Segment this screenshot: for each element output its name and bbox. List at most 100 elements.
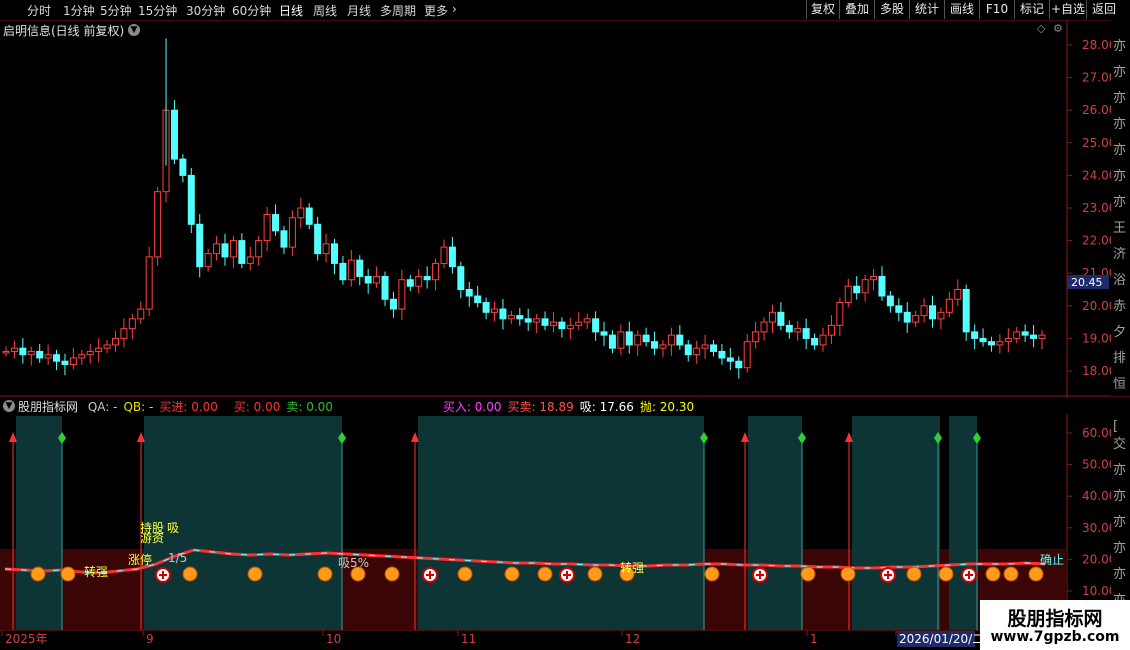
candle-body: [322, 243, 330, 255]
candle-body: [364, 275, 372, 284]
candle-body: [533, 318, 541, 323]
tab-30min[interactable]: 30分钟: [186, 2, 225, 19]
tab-fenshi[interactable]: 分时: [27, 2, 51, 19]
candle-body: [836, 302, 844, 326]
candle-body: [204, 253, 212, 268]
svg-text:亦: 亦: [1113, 514, 1126, 530]
candle-body: [339, 262, 347, 281]
candle-body: [297, 207, 305, 219]
candle-body: [314, 223, 322, 255]
coin-icon: [800, 566, 816, 582]
candle-body: [642, 334, 650, 343]
button-stats[interactable]: 统计: [909, 0, 944, 19]
candle-body: [44, 354, 52, 359]
tab-15min[interactable]: 15分钟: [138, 2, 177, 19]
candle-body: [853, 285, 861, 294]
button-back[interactable]: 返回: [1086, 0, 1121, 19]
time-tick-label: 11: [461, 632, 476, 646]
candle-body: [617, 331, 625, 349]
tab-weekly[interactable]: 周线: [313, 2, 337, 19]
candle-body: [36, 350, 44, 359]
candle-body: [432, 262, 440, 281]
tab-60min[interactable]: 60分钟: [232, 2, 271, 19]
tab-more[interactable]: 更多: [424, 2, 448, 19]
candle-body: [608, 334, 616, 349]
candle-body: [170, 109, 178, 160]
candle-body: [1021, 331, 1029, 336]
candle-body: [389, 298, 397, 310]
candle-body: [213, 243, 221, 255]
candle-body: [474, 295, 482, 304]
svg-text:亦: 亦: [1113, 462, 1126, 478]
watermark-url: www.7gpzb.com: [990, 629, 1120, 645]
candle-body: [996, 341, 1004, 346]
buy-arrow-icon: [411, 432, 419, 442]
button-mark[interactable]: 标记: [1014, 0, 1049, 19]
candle-body: [499, 308, 507, 320]
button-overlay[interactable]: 叠加: [839, 0, 874, 19]
coin-icon: [1028, 566, 1044, 582]
candle-body: [10, 347, 18, 352]
candle-body: [752, 331, 760, 343]
candle-body: [987, 341, 995, 346]
candle-body: [381, 275, 389, 300]
coin-icon: [704, 566, 720, 582]
candle-body: [415, 275, 423, 287]
candle-body: [886, 295, 894, 307]
candle-body: [760, 321, 768, 333]
candle-body: [802, 328, 810, 339]
candle-body: [440, 246, 448, 264]
svg-text:[: [: [1113, 419, 1118, 434]
candle-body: [103, 344, 111, 349]
candle-body: [53, 354, 61, 362]
indicator-field: 买卖: 18.89: [507, 400, 574, 414]
buy-arrow-icon: [9, 432, 17, 442]
candle-body: [962, 289, 970, 333]
button-fuquan[interactable]: 复权: [806, 0, 839, 19]
candle-body: [491, 308, 499, 313]
candle-body: [710, 344, 718, 352]
candle-body: [347, 259, 355, 281]
candle-body: [27, 350, 35, 356]
coin-icon: [537, 566, 553, 582]
time-tick-label: 9: [146, 632, 154, 646]
candle-body: [482, 302, 490, 313]
indicator-field: [224, 400, 228, 414]
chevron-down-icon[interactable]: ▼: [3, 400, 15, 412]
tab-monthly[interactable]: 月线: [347, 2, 371, 19]
chevron-right-icon[interactable]: ›: [452, 2, 457, 16]
candle-body: [238, 240, 246, 264]
candle-body: [465, 289, 473, 297]
candle-body: [777, 311, 785, 326]
candle-body: [566, 324, 574, 330]
candle-body: [272, 214, 280, 232]
candle-body: [920, 305, 928, 317]
indicator-annotation: 涨停: [128, 552, 152, 567]
button-add-favorite[interactable]: +自选: [1049, 0, 1086, 19]
signal-zone: [418, 416, 704, 630]
tab-1min[interactable]: 1分钟: [63, 2, 95, 19]
candle-body: [954, 289, 962, 300]
candle-body: [827, 324, 835, 336]
candle-body: [937, 311, 945, 320]
coin-icon: [938, 566, 954, 582]
button-draw[interactable]: 画线: [944, 0, 979, 19]
time-axis: 2025年 9 10 11 12 1 2026/01/20/二: [0, 630, 1067, 647]
indicator-field: 吸: 17.66: [579, 400, 634, 414]
candle-body: [1013, 331, 1021, 339]
candle-body: [255, 240, 263, 258]
candle-body: [221, 243, 229, 258]
candle-body: [373, 275, 381, 284]
candle-body: [1004, 337, 1012, 343]
tab-5min[interactable]: 5分钟: [100, 2, 132, 19]
button-multi-stock[interactable]: 多股: [874, 0, 909, 19]
time-tick-label: 12: [625, 632, 640, 646]
tab-daily[interactable]: 日线: [279, 2, 303, 19]
candle-body: [288, 217, 296, 248]
svg-text:亦: 亦: [1113, 64, 1126, 80]
candle-body: [137, 308, 145, 320]
tab-multi-period[interactable]: 多周期: [380, 2, 416, 19]
button-f10[interactable]: F10: [979, 0, 1014, 19]
svg-text:赤: 赤: [1113, 299, 1126, 314]
signal-zone: [748, 416, 802, 630]
